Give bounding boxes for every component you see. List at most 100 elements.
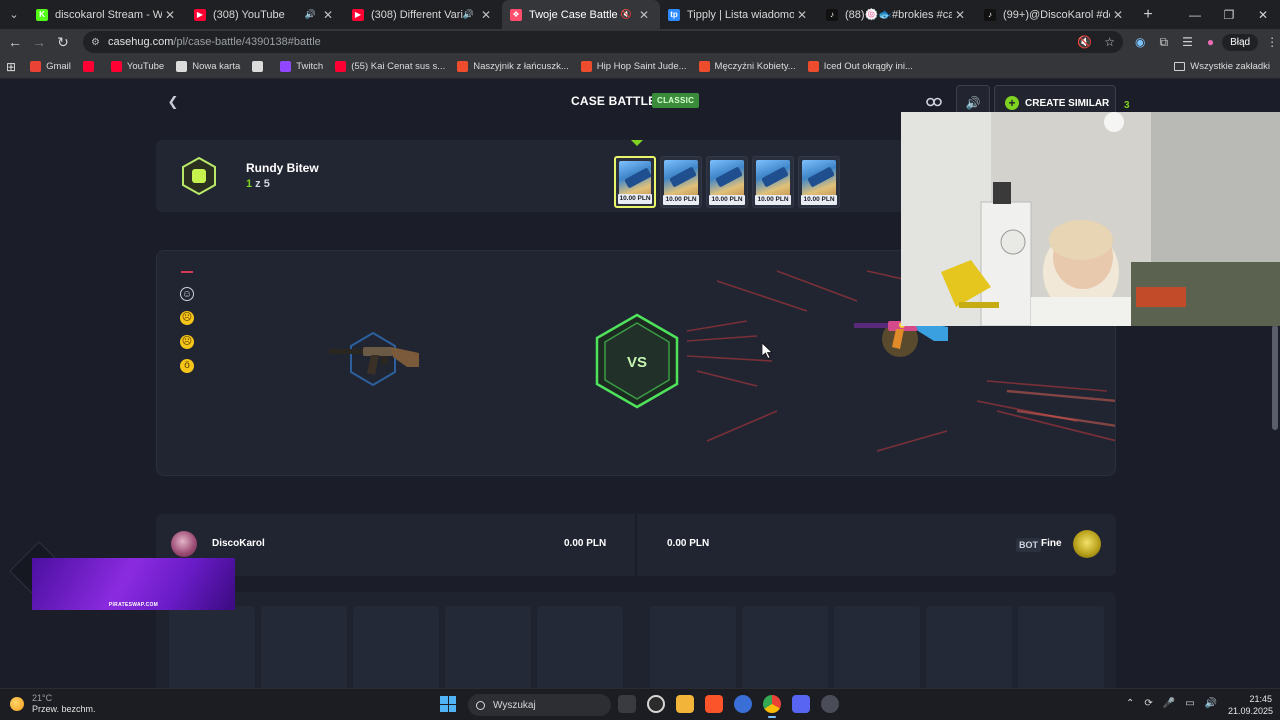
bookmark-item[interactable]: Nowa karta [176,61,240,72]
weather-widget[interactable]: 21°C Przew. bezchm. [10,693,96,715]
tab-close-icon[interactable]: ✕ [636,8,652,22]
sync-icon[interactable]: ⟳ [1144,698,1152,709]
tab-favicon-icon: ♪ [826,8,838,21]
bookmark-item[interactable]: Twitch [280,61,323,72]
browser-tab[interactable]: tp Tipply | Lista wiadomości✕ [660,0,818,29]
browser-tab[interactable]: ▶ (308) YouTube 🔊 ✕ [186,0,344,29]
browser-tab[interactable]: Kdiscokarol Stream - Watch Live✕ [28,0,186,29]
bookmark-item[interactable]: Naszyjnik z łańcuszk... [457,61,569,72]
browser-tab[interactable]: ♪ (99+)@DiscoKarol #dc | TikTok✕ [976,0,1134,29]
bookmark-item[interactable] [82,61,99,72]
case-thumbnail[interactable]: 10.00 PLN [706,156,748,208]
tab-label: (308) Different Varieties (Re [371,8,463,21]
item-slot [834,606,920,688]
brave-browser-icon[interactable] [705,695,723,713]
bookmark-label: Twitch [296,61,324,72]
reload-icon[interactable]: ↻ [51,34,75,51]
case-image [664,160,698,196]
tab-label: Tipply | Lista wiadomości [687,8,794,21]
bookmark-item[interactable]: (55) Kai Cenat sus s... [335,61,445,72]
bookmark-item[interactable]: Hip Hop Saint Jude... [580,61,687,72]
player-value-right: 0.00 PLN [667,538,710,549]
mute-site-icon[interactable]: 🔇 [1077,35,1092,49]
extensions-icon[interactable]: ⧉ [1159,35,1168,50]
tray-chevron-icon[interactable]: ⌃ [1126,698,1134,709]
browser-tab[interactable]: ♪ (88)🍥🐟#brokies #capcut @L✕ [818,0,976,29]
tab-search-menu-icon[interactable]: ⌄ [0,0,28,29]
surprised-emoji-icon[interactable]: ö [180,359,194,373]
bookmark-star-icon[interactable]: ☆ [1104,35,1115,49]
cast-icon[interactable]: ◉ [1135,35,1145,49]
apps-grid-icon[interactable]: ⊞ [6,60,16,74]
rounds-title: Rundy Bitew [246,161,319,175]
tab-close-icon[interactable]: ✕ [320,8,336,22]
forward-arrow-icon[interactable]: → [27,34,51,50]
bot-avatar [1073,530,1101,558]
tab-close-icon[interactable]: ✕ [952,8,968,22]
task-view-icon[interactable] [618,695,636,713]
bookmark-item[interactable]: Iced Out okrągły ini... [807,61,913,72]
settings-gear-icon[interactable] [821,695,839,713]
speaker-icon: 🔊 [965,96,981,110]
page-scrollbar[interactable] [1272,325,1278,430]
microphone-icon[interactable]: 🎤 [1163,698,1175,709]
tab-favicon-icon: ▶ [194,8,206,21]
profile-avatar-icon[interactable]: ● [1207,35,1214,49]
window-controls: — ❐ ✕ [1178,8,1280,22]
smile-outline-emoji-icon[interactable]: ☺ [180,287,194,301]
steam-icon[interactable] [647,695,665,713]
system-tray: ⌃ ⟳ 🎤 ▭ 🔊 [1126,698,1217,709]
back-arrow-icon[interactable]: ← [3,34,27,50]
ccleaner-icon[interactable] [734,695,752,713]
case-image [619,161,651,197]
minimize-icon[interactable]: — [1178,8,1212,22]
volume-icon[interactable]: 🔊 [1205,698,1217,709]
file-explorer-icon[interactable] [676,695,694,713]
tab-close-icon[interactable]: ✕ [478,8,494,22]
search-icon [476,700,485,710]
start-windows-icon[interactable] [440,696,456,712]
mode-badge: CLASSIC [652,93,700,108]
close-window-icon[interactable]: ✕ [1246,8,1280,22]
tab-close-icon[interactable]: ✕ [1110,8,1126,22]
display-icon[interactable]: ▭ [1185,698,1194,709]
discord-icon[interactable] [792,695,810,713]
case-thumbnail[interactable]: 10.00 PLN [752,156,794,208]
avatar[interactable] [171,531,197,557]
case-thumbnail[interactable]: 10.00 PLN [614,156,656,208]
all-bookmarks-button[interactable]: Wszystkie zakładki [1174,61,1270,72]
back-chevron-icon[interactable]: ❮ [156,84,190,120]
case-image [802,160,836,196]
tab-audio-icon[interactable]: 🔊 [305,9,316,20]
site-info-icon[interactable]: ⚙ [91,37,100,48]
bookmark-item[interactable] [252,61,268,72]
browser-tab[interactable]: ❖ Twoje Case Battle – Wygry🔇 ✕ [502,0,660,29]
browser-tab[interactable]: ▶ (308) Different Varieties (Re🔊 ✕ [344,0,502,29]
case-thumbnail[interactable]: 10.00 PLN [798,156,840,208]
case-price: 10.00 PLN [801,195,837,205]
tab-close-icon[interactable]: ✕ [162,8,178,22]
item-slot [445,606,531,688]
tab-close-icon[interactable]: ✕ [794,8,810,22]
bookmark-item[interactable]: Męczyźni Kobiety... [698,61,796,72]
new-tab-button[interactable]: + [1134,6,1162,24]
windows-taskbar: 21°C Przew. bezchm. Wyszukaj ⌃ ⟳ 🎤 ▭ 🔊 2… [0,688,1280,720]
sad-emoji-icon[interactable]: ☹ [180,311,194,325]
bookmark-favicon-icon [698,61,710,72]
tab-audio-icon[interactable]: 🔇 [621,9,632,20]
case-thumbnail[interactable]: 10.00 PLN [660,156,702,208]
frown-emoji-icon[interactable]: ☹ [180,335,194,349]
player-name-left[interactable]: DiscoKarol [212,538,265,549]
taskbar-search[interactable]: Wyszukaj [468,694,611,716]
bookmark-item[interactable]: YouTube [110,61,164,72]
media-control-icon[interactable]: ☰ [1182,35,1193,49]
taskbar-clock[interactable]: 21:45 21.09.2025 [1228,693,1273,717]
chrome-icon[interactable] [763,695,781,718]
tab-audio-icon[interactable]: 🔊 [463,9,474,20]
restore-icon[interactable]: ❐ [1212,8,1246,22]
browser-menu-icon[interactable]: ⋮ [1266,35,1278,49]
bookmark-item[interactable]: Gmail [30,61,71,72]
address-bar[interactable]: ⚙ casehug.com /pl/case-battle/4390138#ba… [83,31,1123,53]
url-host: casehug.com [107,36,174,48]
profile-status-pill[interactable]: Błąd [1222,33,1259,51]
